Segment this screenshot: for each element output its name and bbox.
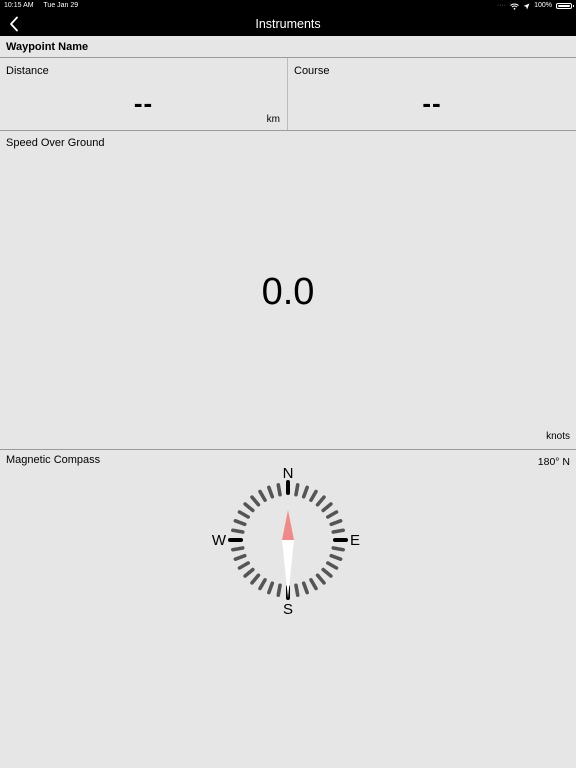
compass-rose: N S E W bbox=[212, 465, 360, 618]
magnetic-compass-label: Magnetic Compass bbox=[6, 454, 101, 466]
compass-tick bbox=[237, 510, 250, 519]
compass-tick bbox=[301, 581, 309, 595]
compass-needle-north bbox=[282, 510, 294, 540]
compass-tick bbox=[243, 502, 255, 513]
status-right: ···· 100% bbox=[496, 0, 574, 12]
compass-tick bbox=[231, 528, 245, 534]
course-value: -- bbox=[422, 88, 442, 118]
compass-tick bbox=[315, 495, 326, 507]
distance-label: Distance bbox=[6, 65, 49, 77]
compass-tick bbox=[237, 561, 250, 570]
compass-tick bbox=[258, 489, 267, 502]
compass-tick bbox=[294, 483, 300, 497]
compass-tick bbox=[309, 578, 318, 591]
magnetic-compass-panel[interactable]: Magnetic Compass 180° N N S E W bbox=[0, 450, 576, 768]
status-time: 10:15 AM bbox=[4, 2, 34, 9]
speed-over-ground-label: Speed Over Ground bbox=[6, 137, 105, 149]
waypoint-section[interactable]: Waypoint Name bbox=[0, 36, 576, 58]
battery-icon bbox=[556, 3, 574, 9]
status-date: Tue Jan 29 bbox=[43, 2, 79, 9]
status-bar: 10:15 AM Tue Jan 29 ···· 100% bbox=[0, 0, 576, 12]
compass-tick bbox=[267, 485, 275, 499]
course-label: Course bbox=[294, 65, 330, 77]
compass-tick bbox=[329, 519, 343, 527]
course-panel[interactable]: Course -- bbox=[288, 58, 576, 130]
nav-bar: Instruments bbox=[0, 12, 576, 36]
compass-east-label: E bbox=[350, 532, 360, 549]
compass-tick bbox=[294, 583, 300, 597]
distance-panel[interactable]: Distance -- km bbox=[0, 58, 288, 130]
compass-south-label: S bbox=[283, 601, 293, 618]
compass-tick bbox=[331, 528, 345, 534]
compass-tick bbox=[233, 519, 247, 527]
compass-tick bbox=[321, 567, 333, 578]
signal-dots-icon: ···· bbox=[496, 2, 507, 9]
compass-tick bbox=[276, 583, 282, 597]
compass-tick bbox=[331, 546, 345, 552]
distance-unit: km bbox=[266, 114, 280, 125]
speed-over-ground-panel[interactable]: Speed Over Ground 0.0 knots bbox=[0, 131, 576, 450]
compass-tick bbox=[315, 573, 326, 585]
speed-unit: knots bbox=[546, 431, 570, 442]
distance-value: -- bbox=[133, 88, 154, 118]
distance-course-row: Distance -- km Course -- bbox=[0, 58, 576, 131]
compass-west-label: W bbox=[212, 532, 227, 549]
compass-tick bbox=[326, 510, 339, 519]
compass-needle-south bbox=[282, 540, 294, 598]
compass-tick bbox=[276, 483, 282, 497]
compass-tick bbox=[326, 561, 339, 570]
speed-value: 0.0 bbox=[261, 271, 315, 313]
waypoint-name-label: Waypoint Name bbox=[6, 41, 89, 53]
compass-tick bbox=[243, 567, 255, 578]
location-arrow-icon bbox=[523, 3, 530, 9]
page-title: Instruments bbox=[255, 17, 321, 31]
compass-tick bbox=[258, 578, 267, 591]
compass-tick bbox=[233, 553, 247, 561]
compass-tick bbox=[250, 573, 261, 585]
compass-tick bbox=[309, 489, 318, 502]
wifi-icon bbox=[510, 3, 519, 10]
battery-percent: 100% bbox=[534, 2, 552, 9]
compass-heading-readout: 180° N bbox=[537, 456, 570, 468]
compass-tick bbox=[321, 502, 333, 513]
compass-tick bbox=[329, 553, 343, 561]
compass-tick bbox=[231, 546, 245, 552]
compass-tick bbox=[301, 485, 309, 499]
compass-tick bbox=[267, 581, 275, 595]
compass-north-label: N bbox=[283, 465, 294, 482]
status-left: 10:15 AM Tue Jan 29 bbox=[4, 0, 86, 12]
compass-tick bbox=[250, 495, 261, 507]
